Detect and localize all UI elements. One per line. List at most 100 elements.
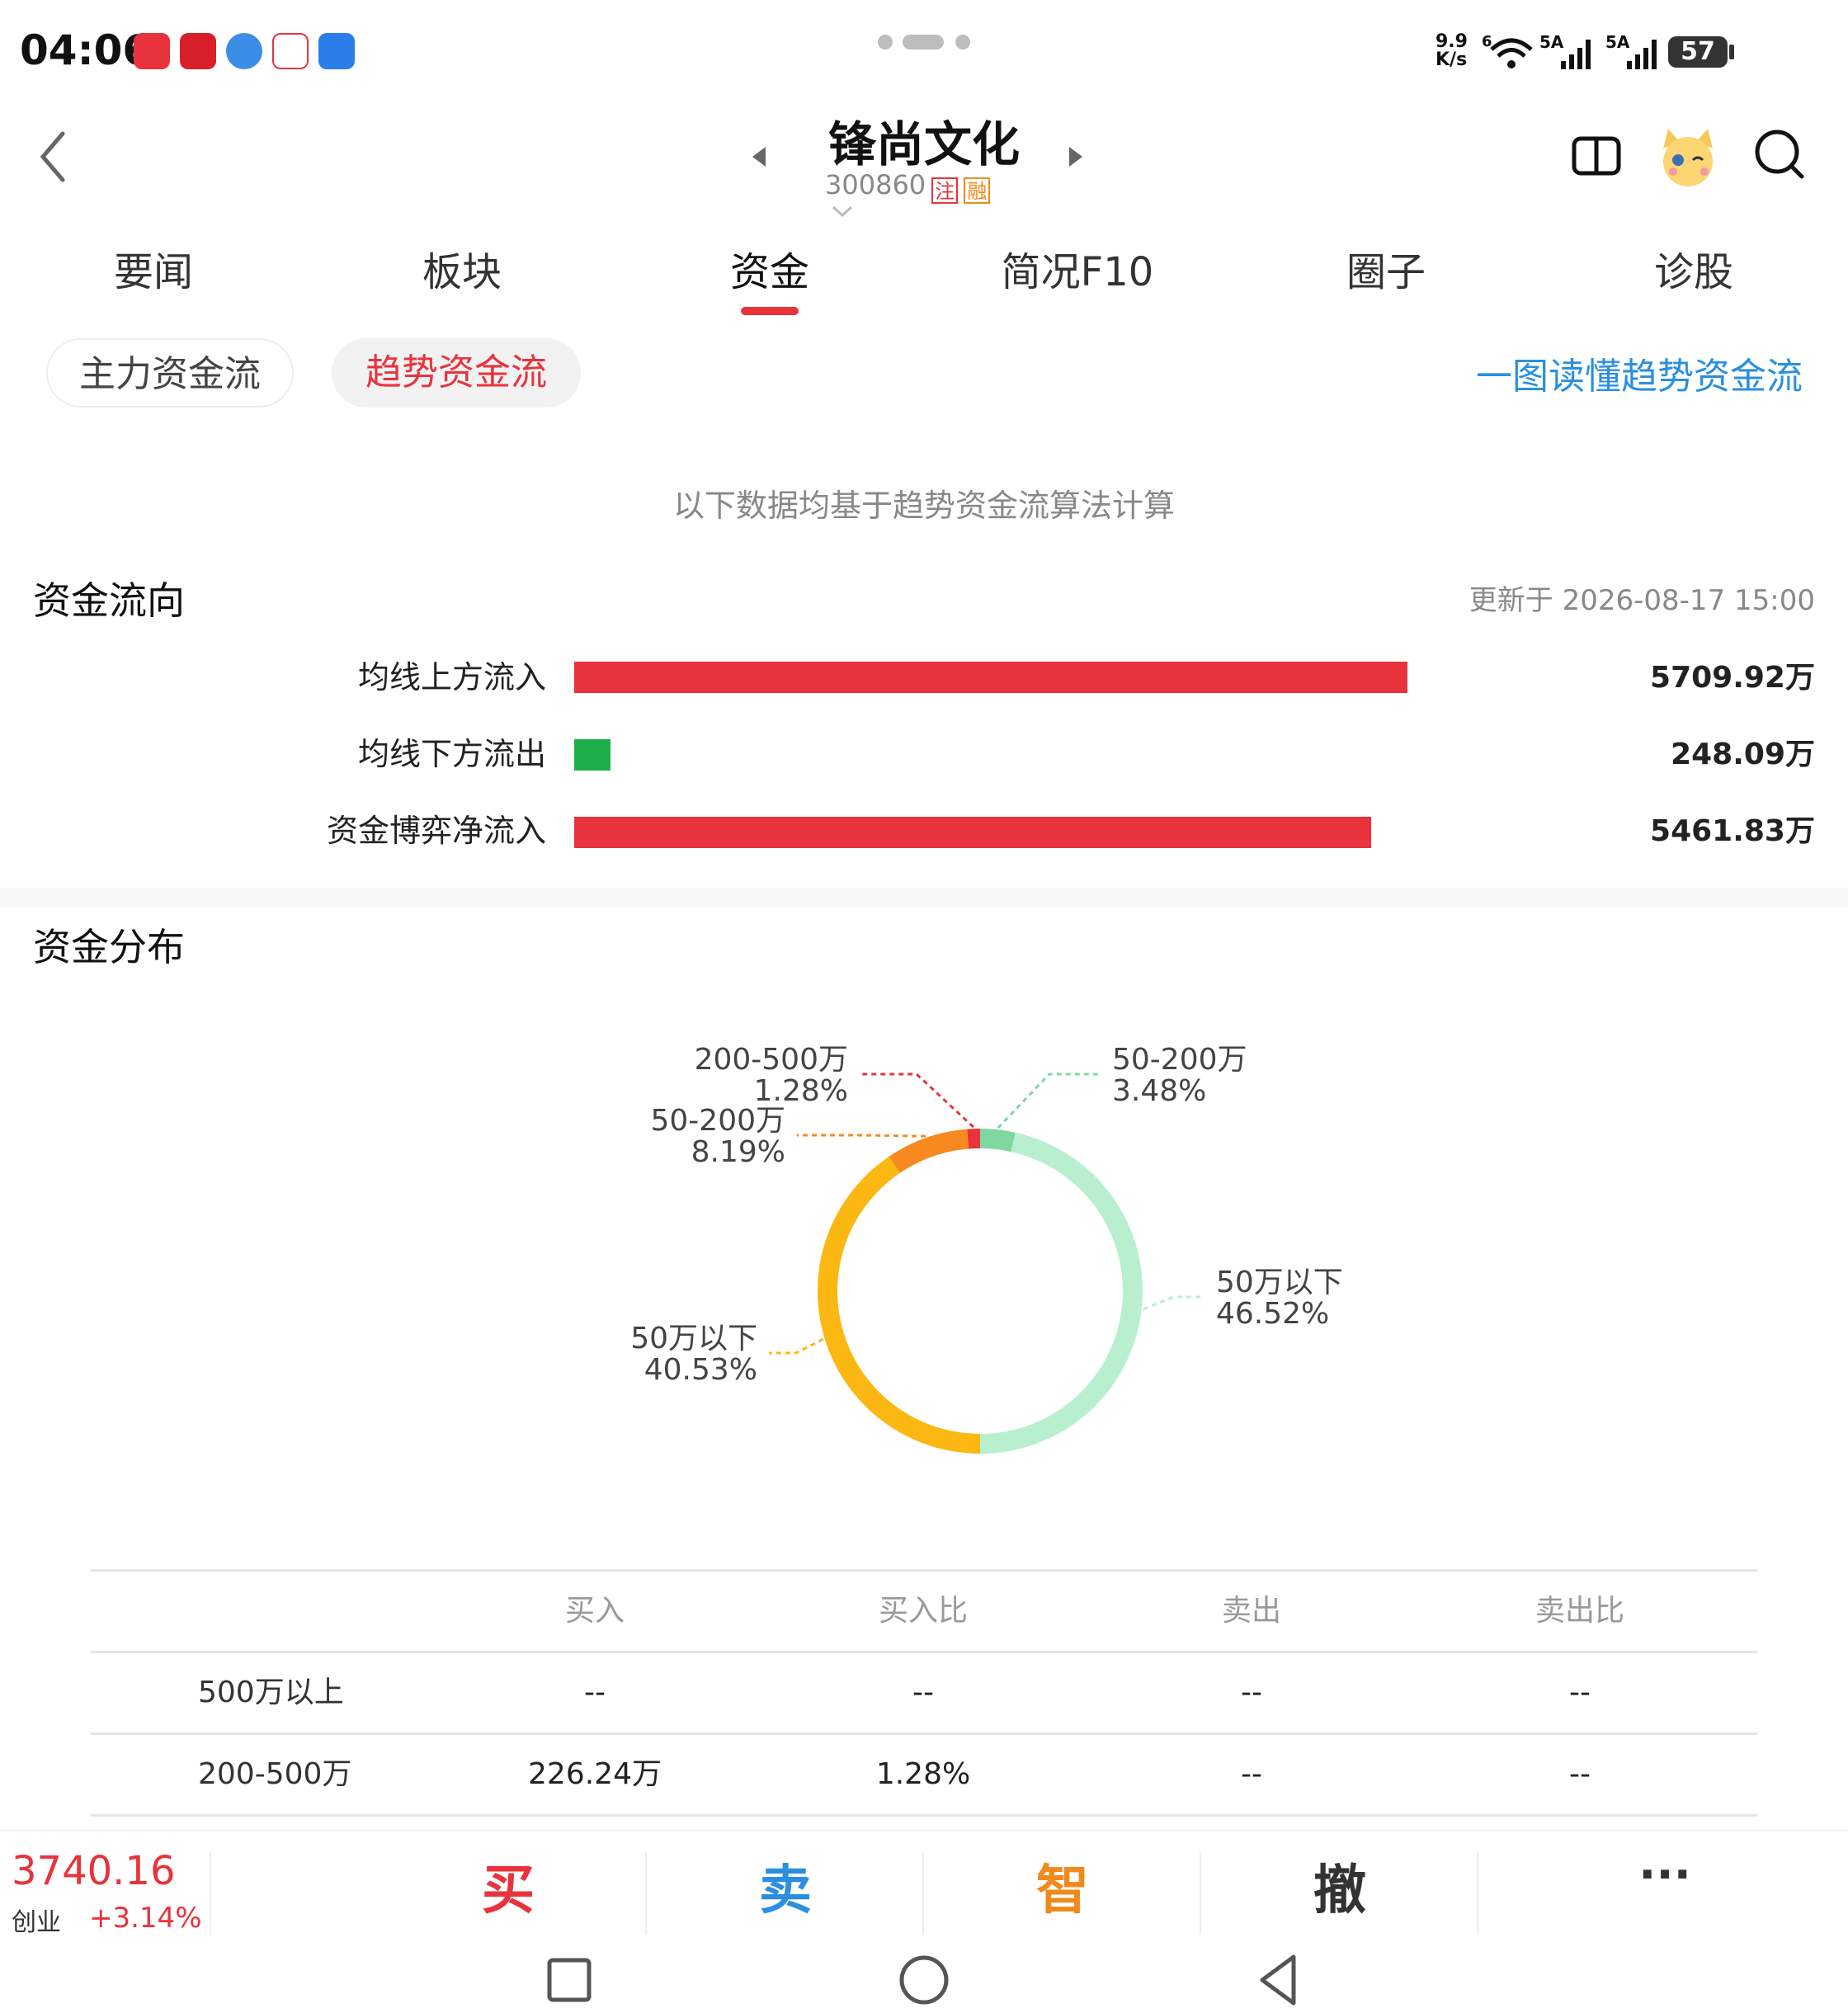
column-header-buy: 买入 (564, 1594, 625, 1628)
app-notification-icon (226, 33, 262, 69)
donut-slice-percent: 40.53% (644, 1353, 757, 1387)
donut-leader-line (797, 1134, 926, 1138)
flow-bar-outflow-below (574, 739, 610, 771)
smart-order-button[interactable]: 智 (924, 1848, 1201, 1924)
margin-tag: 融 (964, 177, 991, 204)
sell-button[interactable]: 卖 (647, 1848, 924, 1924)
subtab-trend-capital-flow[interactable]: 趋势资金流 (332, 338, 581, 408)
flow-label-inflow-above: 均线上方流入 (357, 659, 546, 695)
multiwindow-dot[interactable] (955, 35, 970, 50)
search-button[interactable] (1752, 127, 1807, 185)
explain-trend-flow-link[interactable]: 一图读懂趋势资金流 (1460, 346, 1803, 399)
stock-code-row[interactable]: 300860 注 融 (825, 169, 1023, 218)
separator (210, 1852, 211, 1935)
index-value[interactable]: 3740.16 (12, 1848, 176, 1894)
donut-slice (979, 1129, 1016, 1153)
cancel-order-button[interactable]: 撤 (1201, 1848, 1478, 1924)
donut-leader-line (1143, 1295, 1204, 1311)
donut-leader-line (769, 1337, 824, 1355)
donut-slice (979, 1132, 1143, 1454)
app-notification-icon (180, 33, 216, 69)
cell-sell-ratio: -- (1569, 1757, 1591, 1791)
distribution-section-title: 资金分布 (33, 925, 185, 969)
chevron-down-icon (832, 205, 853, 218)
buy-button[interactable]: 买 (370, 1848, 647, 1924)
signal-icon: 5A (1539, 32, 1594, 74)
battery-cap (1729, 45, 1734, 59)
next-stock-button[interactable] (1066, 140, 1086, 177)
donut-slice-label: 50万以下 (1216, 1266, 1343, 1299)
split-screen-icon (1572, 136, 1621, 176)
registration-tag: 注 (931, 177, 959, 204)
donut-slice-percent: 1.28% (754, 1074, 848, 1108)
svg-text:5A: 5A (1539, 33, 1564, 52)
table-row: 500万以上 -- -- -- -- (91, 1653, 1757, 1735)
app-notification-icon (272, 33, 309, 69)
donut-slice-percent: 46.52% (1216, 1297, 1329, 1331)
app-notification-icon (134, 33, 170, 69)
active-tab-indicator (741, 307, 799, 315)
index-change: +3.14% (89, 1902, 202, 1935)
flow-bar-net-inflow (574, 817, 1371, 848)
tab-profile-f10[interactable]: 简况F10 (978, 239, 1176, 297)
donut-leader-line (860, 1072, 975, 1129)
tab-community[interactable]: 圈子 (1287, 239, 1485, 297)
search-icon (1755, 130, 1804, 179)
index-name: 创业 (12, 1908, 61, 1937)
split-view-button[interactable] (1571, 130, 1622, 185)
cell-sell: -- (1241, 1676, 1262, 1709)
signal-icon: 5A (1605, 32, 1660, 74)
flow-value-inflow-above: 5709.92万 (1650, 661, 1815, 695)
battery-indicator: 57 (1668, 36, 1728, 68)
status-time: 04:06 (20, 26, 152, 74)
flow-value-outflow-below: 248.09万 (1671, 738, 1815, 771)
flow-label-outflow-below: 均线下方流出 (357, 736, 546, 772)
stock-name[interactable]: 锋尚文化 (742, 106, 1106, 175)
more-button[interactable]: ··· (1526, 1848, 1803, 1902)
back-nav-icon[interactable] (1251, 1952, 1307, 2008)
svg-text:5A: 5A (1605, 33, 1630, 52)
stock-code: 300860 (825, 169, 926, 200)
net-speed: 9.9 K/s (1436, 31, 1468, 70)
cell-sell-ratio: -- (1569, 1676, 1591, 1709)
mascot-avatar-icon (1663, 129, 1713, 186)
multiwindow-dot[interactable] (878, 35, 893, 50)
status-bar: 04:06 9.9 K/s 6 5A 5A 57 (0, 0, 1848, 107)
message-icon (318, 33, 355, 69)
triangle-right-icon (1069, 147, 1082, 167)
tab-diagnosis[interactable]: 诊股 (1595, 239, 1793, 297)
table-row: 200-500万 226.24万 1.28% -- -- (91, 1735, 1757, 1817)
donut-slice (889, 1129, 969, 1173)
recent-apps-icon[interactable] (543, 1954, 596, 2006)
tab-capital[interactable]: 资金 (671, 239, 869, 297)
column-header-buy-ratio: 买入比 (878, 1594, 968, 1628)
wifi-icon: 6 (1482, 31, 1534, 76)
donut-slice-label: 50-200万 (1112, 1043, 1247, 1077)
subtab-main-capital-flow[interactable]: 主力资金流 (46, 338, 294, 408)
cell-buy-ratio: 1.28% (875, 1757, 971, 1791)
donut-slice-label: 50万以下 (630, 1322, 757, 1355)
flow-value-net-inflow: 5461.83万 (1650, 814, 1815, 848)
distribution-table: 买入 买入比 卖出 卖出比 500万以上 -- -- -- -- 200-500… (91, 1569, 1757, 1817)
update-time: 更新于 2026-08-17 15:00 (1468, 584, 1815, 617)
capital-distribution-donut-chart: 200-500万1.28%50-200万3.48%50万以下46.52%50万以… (630, 1043, 1343, 1454)
mascot-avatar-button[interactable] (1655, 124, 1721, 193)
donut-slice-percent: 3.48% (1112, 1074, 1206, 1108)
donut-slice-label: 200-500万 (695, 1043, 848, 1077)
column-header-sell-ratio: 卖出比 (1534, 1594, 1624, 1628)
cell-sell: -- (1241, 1757, 1262, 1791)
column-header-sell: 卖出 (1221, 1594, 1281, 1628)
algorithm-note: 以下数据均基于趋势资金流算法计算 (672, 488, 1175, 524)
back-button[interactable] (33, 124, 74, 190)
tab-sector[interactable]: 板块 (363, 239, 561, 297)
multiwindow-handle[interactable] (903, 35, 944, 50)
row-label: 200-500万 (198, 1757, 352, 1791)
home-icon[interactable] (896, 1952, 952, 2008)
cell-buy-ratio: -- (912, 1676, 934, 1709)
donut-slice (967, 1129, 981, 1149)
tab-news[interactable]: 要闻 (54, 239, 252, 297)
flow-bar-inflow-above (574, 662, 1407, 693)
cell-buy: -- (584, 1676, 606, 1709)
chevron-left-icon (40, 131, 65, 182)
table-header-row: 买入 买入比 卖出 卖出比 (91, 1569, 1757, 1653)
